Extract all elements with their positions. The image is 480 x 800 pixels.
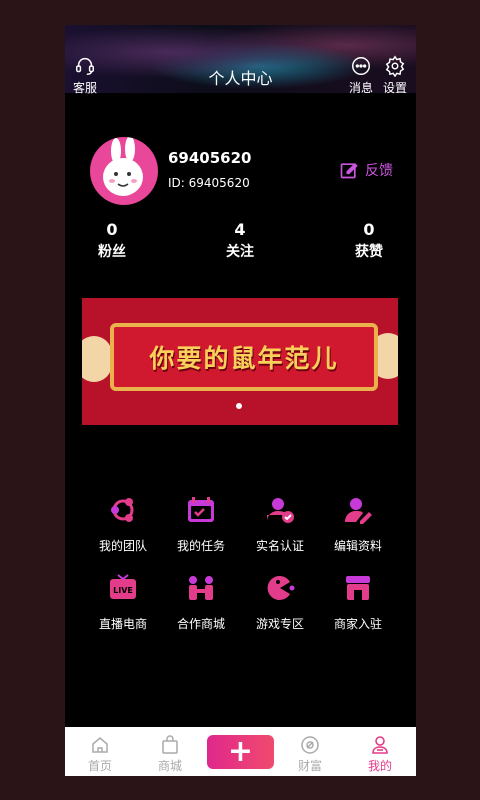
banner-indicator-dot	[236, 403, 242, 409]
tab-mine[interactable]: 我的	[355, 735, 405, 774]
wealth-icon	[301, 736, 319, 754]
stat-likes[interactable]: 0 获赞	[339, 220, 399, 261]
tab-label: 财富	[297, 759, 322, 773]
grid-real-name-auth[interactable]: 实名认证	[240, 493, 320, 554]
store-icon	[346, 576, 370, 600]
phone-screen: 客服 个人中心 消息 设置 69405620 ID: 69405620 反馈 0…	[65, 25, 416, 776]
settings-label: 设置	[383, 81, 408, 95]
feedback-button[interactable]: 反馈	[339, 160, 393, 180]
edit-profile-icon	[345, 498, 372, 524]
tab-wealth[interactable]: 财富	[285, 735, 335, 774]
home-icon	[92, 737, 108, 753]
tab-label: 首页	[87, 759, 112, 773]
avatar[interactable]	[90, 137, 158, 205]
grid-label: 我的任务	[176, 539, 225, 553]
live-icon-text: LIVE	[113, 586, 133, 595]
username: 69405620	[168, 149, 252, 167]
tab-label: 商城	[157, 759, 182, 773]
grid-label: 我的团队	[98, 539, 147, 553]
plus-button[interactable]: +	[207, 735, 274, 769]
grid-label: 直播电商	[98, 617, 147, 631]
grid-merchant-join[interactable]: 商家入驻	[318, 571, 398, 632]
grid-live-commerce[interactable]: LIVE 直播电商	[83, 571, 163, 632]
grid-label: 实名认证	[255, 539, 304, 553]
game-icon	[267, 575, 295, 600]
message-icon	[352, 57, 370, 75]
tab-home[interactable]: 首页	[75, 735, 125, 774]
grid-my-tasks[interactable]: 我的任务	[161, 493, 241, 554]
promo-banner[interactable]: 你要的鼠年范儿	[82, 298, 398, 425]
grid-edit-profile[interactable]: 编辑资料	[318, 493, 398, 554]
bottom-tab-bar: 首页 商城 + 财富 我的	[65, 727, 416, 776]
stat-value: 4	[234, 220, 246, 239]
stat-fans[interactable]: 0 粉丝	[82, 220, 142, 261]
stat-label: 粉丝	[98, 244, 126, 260]
message-button[interactable]: 消息	[349, 55, 373, 96]
grid-game-zone[interactable]: 游戏专区	[240, 571, 320, 632]
mouse-decoration-left	[82, 336, 112, 382]
live-icon: LIVE	[110, 574, 136, 599]
grid-label: 合作商城	[176, 617, 225, 631]
grid-partner-mall[interactable]: 合作商城	[161, 571, 241, 632]
stat-label: 关注	[226, 244, 254, 260]
shop-bag-icon	[162, 735, 178, 754]
header: 客服 个人中心 消息 设置	[65, 25, 416, 96]
grid-label: 商家入驻	[333, 617, 382, 631]
banner-text: 你要的鼠年范儿	[149, 344, 339, 373]
grid-my-team[interactable]: 我的团队	[83, 493, 163, 554]
team-icon	[111, 498, 134, 522]
feedback-label: 反馈	[365, 163, 393, 179]
stat-value: 0	[106, 220, 118, 239]
grid-label: 编辑资料	[333, 539, 382, 553]
message-label: 消息	[349, 81, 374, 95]
task-icon	[188, 497, 214, 522]
user-id: ID: 69405620	[168, 176, 250, 190]
gear-icon	[385, 55, 405, 77]
mall-icon	[189, 576, 213, 600]
user-icon	[372, 736, 388, 754]
settings-button[interactable]: 设置	[383, 55, 407, 96]
grid-label: 游戏专区	[255, 617, 304, 631]
verify-icon	[267, 498, 294, 523]
tab-label: 我的	[367, 759, 392, 773]
edit-icon	[340, 162, 358, 179]
rabbit-avatar-icon	[103, 137, 143, 196]
stat-label: 获赞	[355, 244, 383, 260]
stat-value: 0	[363, 220, 375, 239]
banner-frame: 你要的鼠年范儿	[110, 323, 378, 391]
stat-following[interactable]: 4 关注	[210, 220, 270, 261]
tab-mall[interactable]: 商城	[145, 735, 195, 774]
